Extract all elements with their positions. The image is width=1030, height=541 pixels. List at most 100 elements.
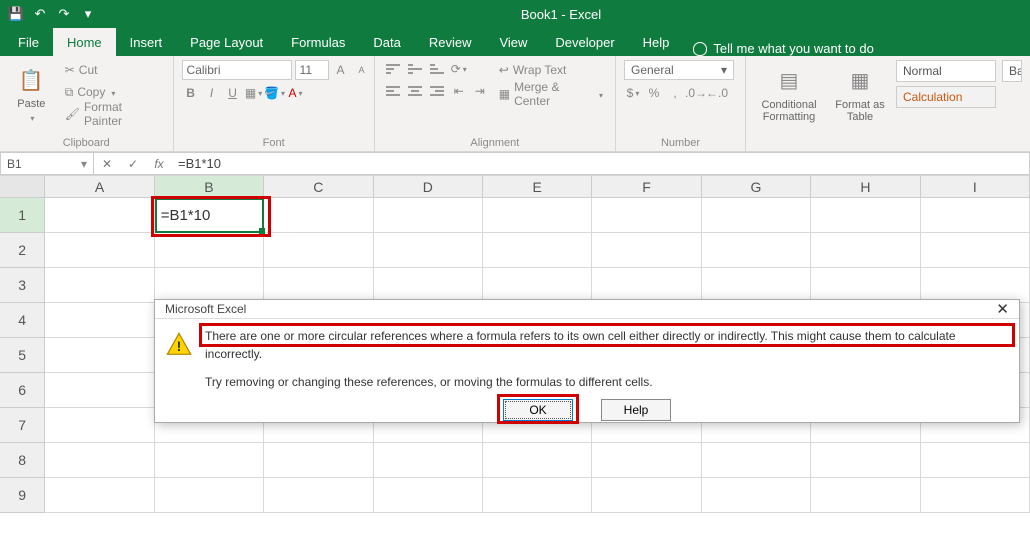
cell-A9[interactable] bbox=[45, 478, 154, 513]
cut-button[interactable]: ✂Cut bbox=[61, 60, 165, 80]
redo-icon[interactable]: ↷ bbox=[54, 4, 74, 24]
cell-B3[interactable] bbox=[155, 268, 264, 303]
qat-customize-icon[interactable]: ▾ bbox=[78, 4, 98, 24]
row-header-7[interactable]: 7 bbox=[0, 408, 45, 443]
format-as-table-button[interactable]: ▦ Format as Table bbox=[830, 60, 890, 128]
cell-F3[interactable] bbox=[592, 268, 701, 303]
wrap-text-button[interactable]: ↩Wrap Text bbox=[495, 60, 607, 80]
column-header-d[interactable]: D bbox=[374, 176, 483, 198]
orientation-button[interactable]: ⟳ bbox=[450, 60, 468, 78]
align-middle-button[interactable] bbox=[405, 60, 425, 78]
cell-A4[interactable] bbox=[45, 303, 154, 338]
percent-format-button[interactable]: % bbox=[645, 84, 663, 102]
cell-I3[interactable] bbox=[921, 268, 1030, 303]
align-center-button[interactable] bbox=[405, 82, 425, 100]
cell-G9[interactable] bbox=[702, 478, 811, 513]
cell-E8[interactable] bbox=[483, 443, 592, 478]
decrease-font-size-button[interactable]: A bbox=[353, 61, 371, 79]
cell-I2[interactable] bbox=[921, 233, 1030, 268]
tell-me-search[interactable]: Tell me what you want to do bbox=[693, 41, 873, 56]
ok-button[interactable]: OK bbox=[503, 399, 573, 421]
cell-D9[interactable] bbox=[374, 478, 483, 513]
increase-decimal-button[interactable]: .0→ bbox=[687, 84, 705, 102]
cell-H9[interactable] bbox=[811, 478, 920, 513]
formula-input[interactable]: =B1*10 bbox=[172, 156, 1029, 171]
tab-insert[interactable]: Insert bbox=[116, 28, 177, 56]
paste-button[interactable]: 📋 Paste bbox=[8, 60, 55, 128]
copy-button[interactable]: ⧉Copy bbox=[61, 82, 165, 102]
tab-home[interactable]: Home bbox=[53, 28, 116, 56]
cell-C1[interactable] bbox=[264, 198, 373, 233]
tab-data[interactable]: Data bbox=[359, 28, 414, 56]
cell-A3[interactable] bbox=[45, 268, 154, 303]
cell-A1[interactable] bbox=[45, 198, 154, 233]
column-header-g[interactable]: G bbox=[702, 176, 811, 198]
cell-C8[interactable] bbox=[264, 443, 373, 478]
cell-D8[interactable] bbox=[374, 443, 483, 478]
decrease-decimal-button[interactable]: ←.0 bbox=[708, 84, 726, 102]
accounting-format-button[interactable]: $ bbox=[624, 84, 642, 102]
undo-icon[interactable]: ↶ bbox=[30, 4, 50, 24]
cell-I8[interactable] bbox=[921, 443, 1030, 478]
column-header-h[interactable]: H bbox=[811, 176, 920, 198]
align-right-button[interactable] bbox=[427, 82, 447, 100]
close-icon[interactable]: ✕ bbox=[996, 300, 1009, 318]
tab-file[interactable]: File bbox=[4, 28, 53, 56]
cancel-formula-button[interactable]: ✕ bbox=[94, 153, 120, 174]
bold-button[interactable]: B bbox=[182, 84, 200, 102]
save-icon[interactable]: 💾 bbox=[6, 4, 26, 24]
row-header-1[interactable]: 1 bbox=[0, 198, 45, 233]
row-header-9[interactable]: 9 bbox=[0, 478, 45, 513]
cell-F9[interactable] bbox=[592, 478, 701, 513]
cell-C3[interactable] bbox=[264, 268, 373, 303]
cell-H3[interactable] bbox=[811, 268, 920, 303]
name-box[interactable]: B1▾ bbox=[0, 152, 94, 175]
column-header-f[interactable]: F bbox=[592, 176, 701, 198]
row-header-3[interactable]: 3 bbox=[0, 268, 45, 303]
column-header-e[interactable]: E bbox=[483, 176, 592, 198]
column-header-a[interactable]: A bbox=[45, 176, 154, 198]
tab-page-layout[interactable]: Page Layout bbox=[176, 28, 277, 56]
tab-review[interactable]: Review bbox=[415, 28, 486, 56]
decrease-indent-button[interactable]: ⇤ bbox=[450, 82, 468, 100]
cell-E9[interactable] bbox=[483, 478, 592, 513]
italic-button[interactable]: I bbox=[203, 84, 221, 102]
align-bottom-button[interactable] bbox=[427, 60, 447, 78]
cell-H2[interactable] bbox=[811, 233, 920, 268]
column-header-b[interactable]: B bbox=[155, 176, 264, 198]
cell-D1[interactable] bbox=[374, 198, 483, 233]
cell-F1[interactable] bbox=[592, 198, 701, 233]
font-name-select[interactable]: Calibri bbox=[182, 60, 292, 80]
row-header-5[interactable]: 5 bbox=[0, 338, 45, 373]
align-top-button[interactable] bbox=[383, 60, 403, 78]
cell-I9[interactable] bbox=[921, 478, 1030, 513]
cell-C9[interactable] bbox=[264, 478, 373, 513]
cell-A6[interactable] bbox=[45, 373, 154, 408]
cell-G2[interactable] bbox=[702, 233, 811, 268]
column-header-c[interactable]: C bbox=[264, 176, 373, 198]
font-size-select[interactable]: 11 bbox=[295, 60, 329, 80]
cell-I1[interactable] bbox=[921, 198, 1030, 233]
cell-D2[interactable] bbox=[374, 233, 483, 268]
cell-E2[interactable] bbox=[483, 233, 592, 268]
row-header-4[interactable]: 4 bbox=[0, 303, 45, 338]
align-left-button[interactable] bbox=[383, 82, 403, 100]
cell-A2[interactable] bbox=[45, 233, 154, 268]
number-format-select[interactable]: General▾ bbox=[624, 60, 734, 80]
cell-A5[interactable] bbox=[45, 338, 154, 373]
cell-C2[interactable] bbox=[264, 233, 373, 268]
merge-center-button[interactable]: ▦Merge & Center bbox=[495, 84, 607, 104]
increase-font-size-button[interactable]: A bbox=[332, 61, 350, 79]
conditional-formatting-button[interactable]: ▤ Conditional Formatting bbox=[754, 60, 824, 128]
cell-E1[interactable] bbox=[483, 198, 592, 233]
cell-G8[interactable] bbox=[702, 443, 811, 478]
row-header-6[interactable]: 6 bbox=[0, 373, 45, 408]
underline-button[interactable]: U bbox=[224, 84, 242, 102]
cell-B1[interactable]: =B1*10 bbox=[155, 198, 264, 233]
cell-D3[interactable] bbox=[374, 268, 483, 303]
row-header-8[interactable]: 8 bbox=[0, 443, 45, 478]
row-header-2[interactable]: 2 bbox=[0, 233, 45, 268]
tab-developer[interactable]: Developer bbox=[541, 28, 628, 56]
paste-dropdown-icon[interactable] bbox=[28, 112, 34, 124]
format-painter-button[interactable]: 🖌Format Painter bbox=[61, 104, 165, 124]
